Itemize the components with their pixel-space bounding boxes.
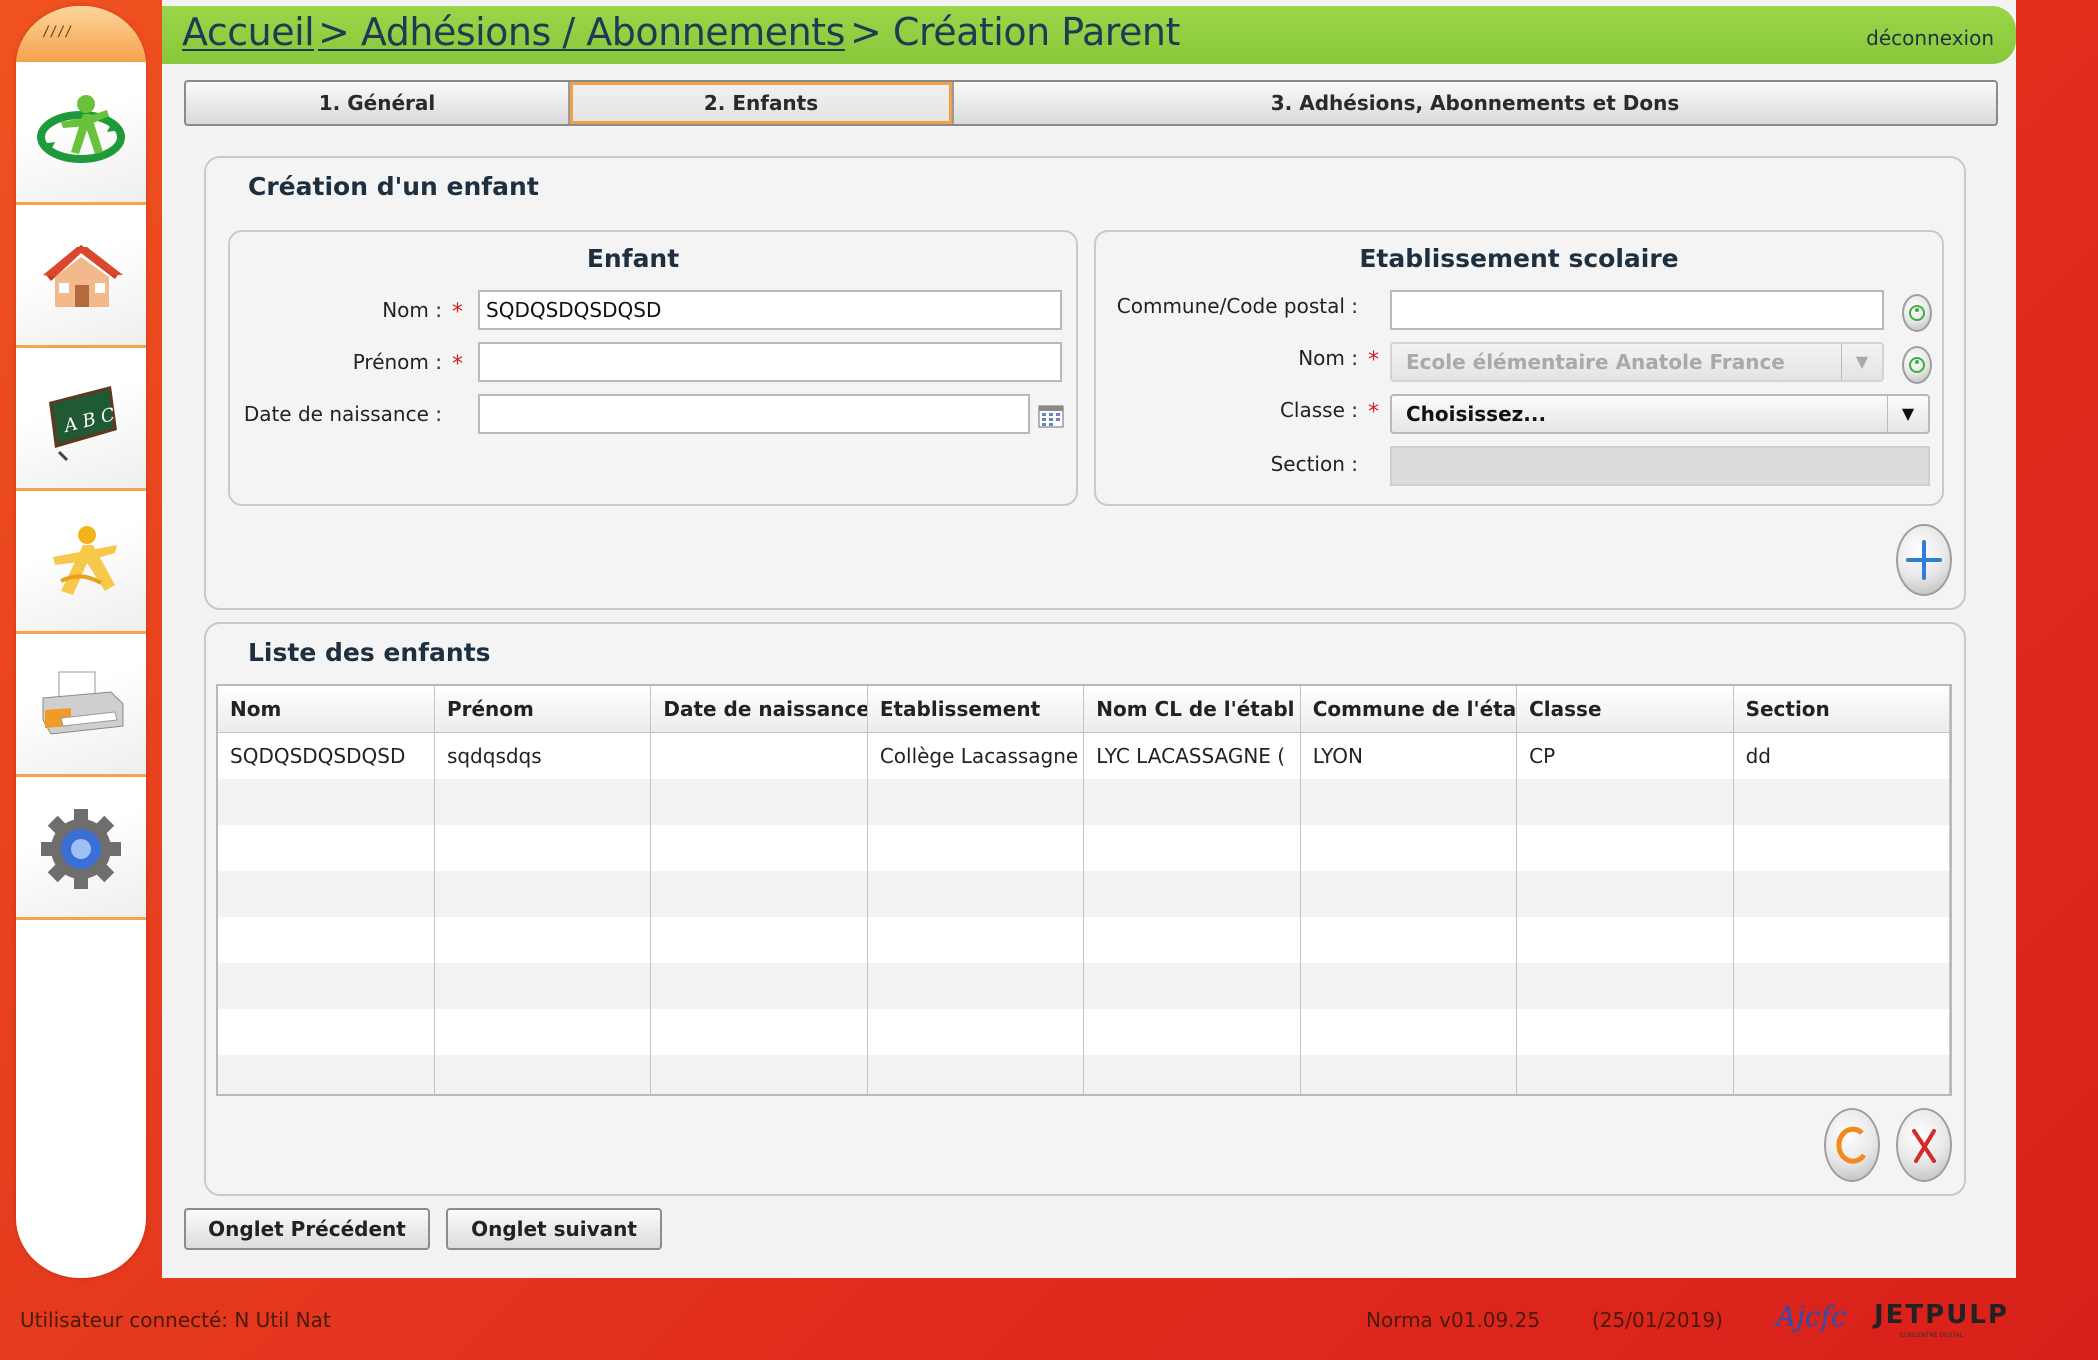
plus-icon: [1906, 540, 1942, 580]
recycle-person-icon: [1909, 357, 1925, 373]
school-name-label: Nom :: [1298, 346, 1358, 370]
jetpulp-tagline: CONCENTRÉ DIGITAL: [1900, 1332, 1963, 1339]
school-name-value: Ecole élémentaire Anatole France: [1406, 350, 1785, 374]
commune-search-button[interactable]: [1902, 294, 1932, 332]
child-subpanel: Enfant Nom : * SQDQSDQSDQSD Prénom : * D…: [228, 230, 1078, 506]
sidebar-item-home[interactable]: [16, 205, 146, 348]
required-marker: *: [452, 352, 463, 377]
home-icon: [43, 245, 123, 307]
partner-logo: Ajcfc: [1776, 1300, 1847, 1333]
sidebar-item-print[interactable]: [16, 634, 146, 777]
child-birthdate-label: Date de naissance :: [243, 402, 442, 426]
column-header[interactable]: Commune de l'éta: [1300, 686, 1518, 733]
child-creation-panel: Création d'un enfant Enfant Nom : * SQDQ…: [204, 156, 1966, 610]
table-cell: CP: [1516, 732, 1734, 779]
table-row-empty: [218, 825, 1950, 871]
version-date: (25/01/2019): [1592, 1308, 1723, 1332]
edit-child-button[interactable]: [1824, 1108, 1880, 1182]
topbar: Accueil > Adhésions / Abonnements > Créa…: [162, 6, 2016, 64]
connected-user: Utilisateur connecté: N Util Nat: [20, 1308, 331, 1332]
tab-general[interactable]: 1. Général: [186, 82, 570, 124]
school-search-button[interactable]: [1902, 346, 1932, 384]
table-row-empty: [218, 779, 1950, 825]
required-marker: *: [1368, 348, 1379, 373]
table-row[interactable]: SQDQSDQSDQSD sqdqsdqs Collège Lacassagne…: [218, 732, 1950, 779]
chalkboard-icon: A B C: [49, 386, 117, 462]
refresh-icon: [1836, 1126, 1867, 1164]
delete-child-button[interactable]: [1896, 1108, 1952, 1182]
column-header[interactable]: Section: [1733, 686, 1950, 733]
printer-icon: [42, 671, 124, 735]
sidebar-item-star[interactable]: [16, 491, 146, 634]
sidebar: //// A B C: [16, 6, 146, 1278]
chevron-down-icon: ▼: [1841, 344, 1882, 380]
gear-icon: [41, 809, 121, 889]
previous-tab-button[interactable]: Onglet Précédent: [184, 1208, 430, 1250]
child-creation-title: Création d'un enfant: [248, 172, 539, 201]
app-version: Norma v01.09.25: [1366, 1308, 1541, 1332]
child-subpanel-title: Enfant: [586, 244, 680, 273]
commune-input[interactable]: [1390, 290, 1884, 330]
sidebar-item-recycle[interactable]: [16, 62, 146, 205]
table-row-empty: [218, 963, 1950, 1009]
column-header[interactable]: Classe: [1516, 686, 1734, 733]
child-lastname-input[interactable]: SQDQSDQSDQSD: [478, 290, 1062, 330]
tab-bar: 1. Général 2. Enfants 3. Adhésions, Abon…: [184, 80, 1998, 126]
table-cell: LYC LACASSAGNE (: [1083, 732, 1301, 779]
table-row-empty: [218, 1009, 1950, 1055]
class-label: Classe :: [1279, 398, 1358, 422]
child-firstname-label: Prénom :: [352, 350, 442, 374]
table-row-empty: [218, 917, 1950, 963]
table-cell: dd: [1733, 732, 1950, 779]
column-header[interactable]: Prénom: [434, 686, 652, 733]
recycle-person-icon: [1909, 305, 1925, 321]
sidebar-header: ////: [16, 6, 146, 62]
close-icon: [1912, 1129, 1936, 1163]
column-header[interactable]: Date de naissance: [650, 686, 868, 733]
add-child-button[interactable]: [1896, 524, 1952, 596]
tab-enfants[interactable]: 2. Enfants: [570, 82, 954, 124]
column-header[interactable]: Etablissement: [867, 686, 1085, 733]
child-lastname-label: Nom :: [382, 298, 442, 322]
class-select[interactable]: Choisissez... ▼: [1390, 394, 1930, 434]
table-header-row: Nom Prénom Date de naissance Etablisseme…: [218, 686, 1950, 733]
breadcrumb-section[interactable]: > Adhésions / Abonnements: [318, 10, 845, 54]
required-marker: *: [452, 300, 463, 325]
column-header[interactable]: Nom: [218, 686, 435, 733]
next-tab-button[interactable]: Onglet suivant: [446, 1208, 662, 1250]
section-input: [1390, 446, 1930, 486]
calendar-icon[interactable]: [1038, 404, 1064, 428]
breadcrumb-current: > Création Parent: [850, 10, 1180, 54]
commune-label: Commune/Code postal :: [1116, 294, 1358, 318]
table-cell: SQDQSDQSDQSD: [218, 732, 435, 779]
child-birthdate-input[interactable]: [478, 394, 1030, 434]
required-marker: *: [1368, 400, 1379, 425]
tab-adhesions[interactable]: 3. Adhésions, Abonnements et Dons: [954, 82, 1996, 124]
children-list-title: Liste des enfants: [248, 638, 491, 667]
column-header[interactable]: Nom CL de l'établ: [1083, 686, 1301, 733]
table-row-empty: [218, 871, 1950, 917]
table-cell: sqdqsdqs: [434, 732, 652, 779]
school-subpanel-title: Etablissement scolaire: [1359, 244, 1679, 273]
section-label: Section :: [1270, 452, 1358, 476]
school-name-select: Ecole élémentaire Anatole France ▼: [1390, 342, 1884, 382]
sidebar-item-school[interactable]: A B C: [16, 348, 146, 491]
class-value: Choisissez...: [1406, 402, 1547, 426]
recycle-person-icon: [37, 95, 125, 163]
logout-link[interactable]: déconnexion: [1866, 26, 1994, 50]
table-cell: LYON: [1300, 732, 1518, 779]
table-cell: [650, 732, 868, 779]
table-cell: Collège Lacassagne: [867, 732, 1085, 779]
grip-icon[interactable]: ////: [42, 24, 73, 40]
star-person-icon: [53, 526, 117, 595]
children-table: Nom Prénom Date de naissance Etablisseme…: [216, 684, 1952, 1096]
table-row-empty: [218, 1055, 1950, 1094]
child-firstname-input[interactable]: [478, 342, 1062, 382]
sidebar-item-settings[interactable]: [16, 777, 146, 920]
jetpulp-logo: JETPULP: [1874, 1300, 2009, 1330]
chevron-down-icon: ▼: [1887, 396, 1928, 432]
breadcrumb-home[interactable]: Accueil: [182, 10, 315, 54]
school-subpanel: Etablissement scolaire Commune/Code post…: [1094, 230, 1944, 506]
